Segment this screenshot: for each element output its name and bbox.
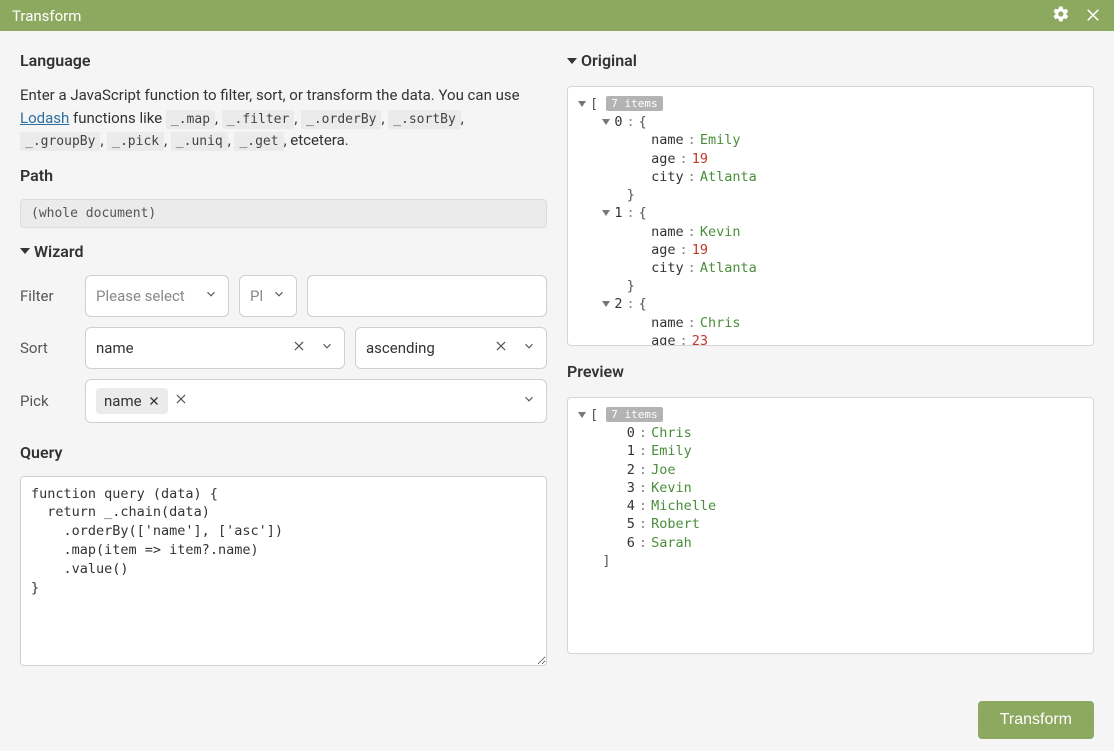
language-heading: Language	[20, 51, 547, 70]
preview-heading: Preview	[567, 362, 1094, 381]
lodash-fn: _.pick	[107, 132, 164, 151]
filter-field-select[interactable]: Please select	[85, 275, 229, 317]
path-heading: Path	[20, 166, 547, 185]
wizard-filter-row: Filter Please select Pl	[20, 275, 547, 317]
titlebar: Transform	[0, 0, 1114, 31]
filter-value-input[interactable]	[307, 275, 547, 317]
lodash-fn: _.map	[166, 110, 215, 129]
chevron-down-icon	[522, 339, 536, 357]
filter-op-select[interactable]: Pl	[239, 275, 297, 317]
pick-tag[interactable]: name	[96, 388, 168, 414]
caret-down-icon	[20, 248, 30, 254]
titlebar-title: Transform	[12, 7, 1052, 25]
sort-label: Sort	[20, 339, 75, 357]
lodash-fn: _.groupBy	[20, 132, 100, 151]
clear-icon[interactable]	[494, 339, 508, 357]
language-description: Enter a JavaScript function to filter, s…	[20, 84, 547, 152]
filter-label: Filter	[20, 287, 75, 305]
chevron-down-icon	[320, 339, 334, 357]
lodash-fn: _.get	[234, 132, 283, 151]
remove-tag-icon[interactable]	[148, 395, 160, 407]
query-heading: Query	[20, 443, 547, 462]
query-textarea[interactable]	[20, 476, 547, 666]
settings-icon[interactable]	[1052, 5, 1070, 27]
original-json-panel[interactable]: [ 7 items 0:{ name:Emily age:19 city:Atl…	[567, 86, 1094, 346]
lodash-fn: _.filter	[222, 110, 295, 129]
lodash-fn: _.sortBy	[388, 110, 461, 129]
wizard-pick-row: Pick name	[20, 379, 547, 423]
lodash-fn: _.uniq	[171, 132, 228, 151]
wizard-sort-row: Sort name ascending	[20, 327, 547, 369]
original-toggle[interactable]: Original	[567, 51, 1094, 70]
wizard-toggle[interactable]: Wizard	[20, 242, 547, 261]
lodash-fn: _.orderBy	[301, 110, 381, 129]
chevron-down-icon	[204, 287, 218, 305]
caret-down-icon	[567, 58, 577, 64]
lodash-link[interactable]: Lodash	[20, 109, 69, 127]
pick-select[interactable]: name	[85, 379, 547, 423]
sort-direction-select[interactable]: ascending	[355, 327, 547, 369]
clear-icon[interactable]	[292, 339, 306, 357]
close-icon[interactable]	[1084, 5, 1102, 27]
chevron-down-icon	[522, 392, 536, 410]
chevron-down-icon	[272, 287, 286, 305]
transform-button[interactable]: Transform	[978, 701, 1094, 739]
footer: Transform	[0, 689, 1114, 751]
sort-field-select[interactable]: name	[85, 327, 345, 369]
preview-json-panel[interactable]: [ 7 items 0:Chris 1:Emily 2:Joe 3:Kevin …	[567, 397, 1094, 654]
path-input[interactable]	[20, 199, 547, 228]
pick-label: Pick	[20, 392, 75, 410]
clear-icon[interactable]	[174, 392, 188, 410]
